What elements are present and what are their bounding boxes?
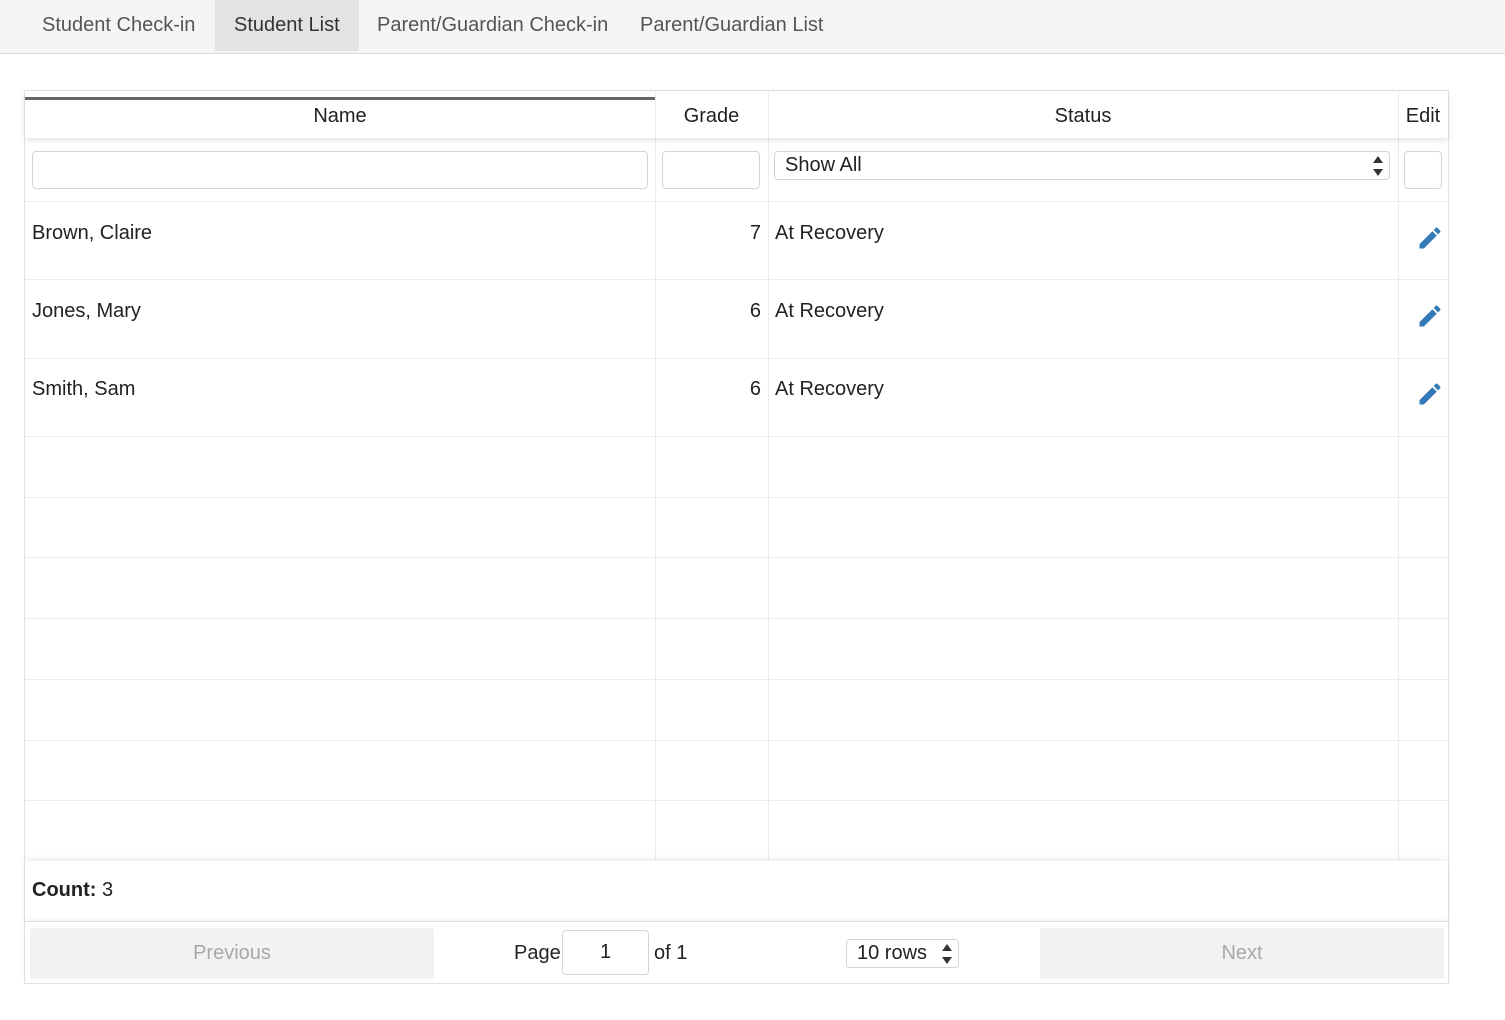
column-header-grade[interactable]: Grade: [655, 91, 768, 138]
tab-student-list[interactable]: Student List: [215, 0, 359, 51]
tab-parent-guardian-check-in[interactable]: Parent/Guardian Check-in: [358, 0, 627, 51]
tab-student-check-in[interactable]: Student Check-in: [23, 0, 214, 51]
table-row[interactable]: Smith, Sam 6 At Recovery: [25, 359, 1448, 437]
name-filter-input[interactable]: [32, 151, 648, 189]
grade-filter-input[interactable]: [662, 151, 760, 189]
table-header: Name Grade Status Edit: [25, 91, 1448, 138]
status-filter-select[interactable]: Show All: [774, 151, 1390, 180]
next-button[interactable]: Next: [1040, 928, 1444, 979]
select-arrows-icon: [1373, 155, 1383, 177]
cell-grade: 6: [749, 378, 761, 400]
column-header-status[interactable]: Status: [768, 91, 1398, 138]
pencil-icon[interactable]: [1416, 224, 1444, 252]
empty-row: [25, 680, 1448, 741]
student-table: Name Grade Status Edit Show All Brown, C…: [24, 90, 1449, 984]
page-number-input[interactable]: [562, 930, 649, 975]
table-row[interactable]: Jones, Mary 6 At Recovery: [25, 280, 1448, 359]
empty-row: [25, 741, 1448, 801]
edit-filter-box: [1404, 151, 1442, 189]
tab-bar: Student Check-in Student List Parent/Gua…: [0, 0, 1505, 54]
page-total-label: of 1: [654, 942, 688, 964]
empty-row: [25, 801, 1448, 861]
row-count: Count: 3: [32, 879, 113, 902]
select-arrows-icon: [942, 943, 952, 965]
pencil-icon[interactable]: [1416, 302, 1444, 330]
previous-button[interactable]: Previous: [30, 928, 434, 979]
cell-name: Smith, Sam: [32, 378, 136, 400]
column-header-name[interactable]: Name: [25, 91, 655, 138]
pagination-bar: Previous Page of 1 10 rows Next: [25, 921, 1448, 983]
status-filter-value: Show All: [785, 154, 862, 176]
column-header-edit[interactable]: Edit: [1398, 91, 1448, 138]
cell-status: At Recovery: [775, 378, 884, 400]
table-row[interactable]: Brown, Claire 7 At Recovery: [25, 202, 1448, 280]
empty-row: [25, 619, 1448, 680]
cell-grade: 6: [749, 300, 761, 322]
cell-name: Jones, Mary: [32, 300, 141, 322]
count-value: 3: [101, 879, 114, 901]
table-footer: Count: 3: [25, 861, 1448, 921]
filter-row: Show All: [25, 138, 1448, 202]
empty-row: [25, 498, 1448, 558]
cell-status: At Recovery: [775, 300, 884, 322]
empty-row: [25, 558, 1448, 619]
rows-per-page-value: 10 rows: [857, 942, 928, 964]
cell-name: Brown, Claire: [32, 222, 153, 244]
pencil-icon[interactable]: [1416, 380, 1444, 408]
count-label: Count:: [32, 879, 97, 901]
tab-parent-guardian-list[interactable]: Parent/Guardian List: [621, 0, 842, 51]
cell-grade: 7: [749, 222, 761, 244]
empty-row: [25, 437, 1448, 498]
rows-per-page-select[interactable]: 10 rows: [846, 939, 959, 968]
page-label: Page: [514, 942, 561, 964]
cell-status: At Recovery: [775, 222, 884, 244]
